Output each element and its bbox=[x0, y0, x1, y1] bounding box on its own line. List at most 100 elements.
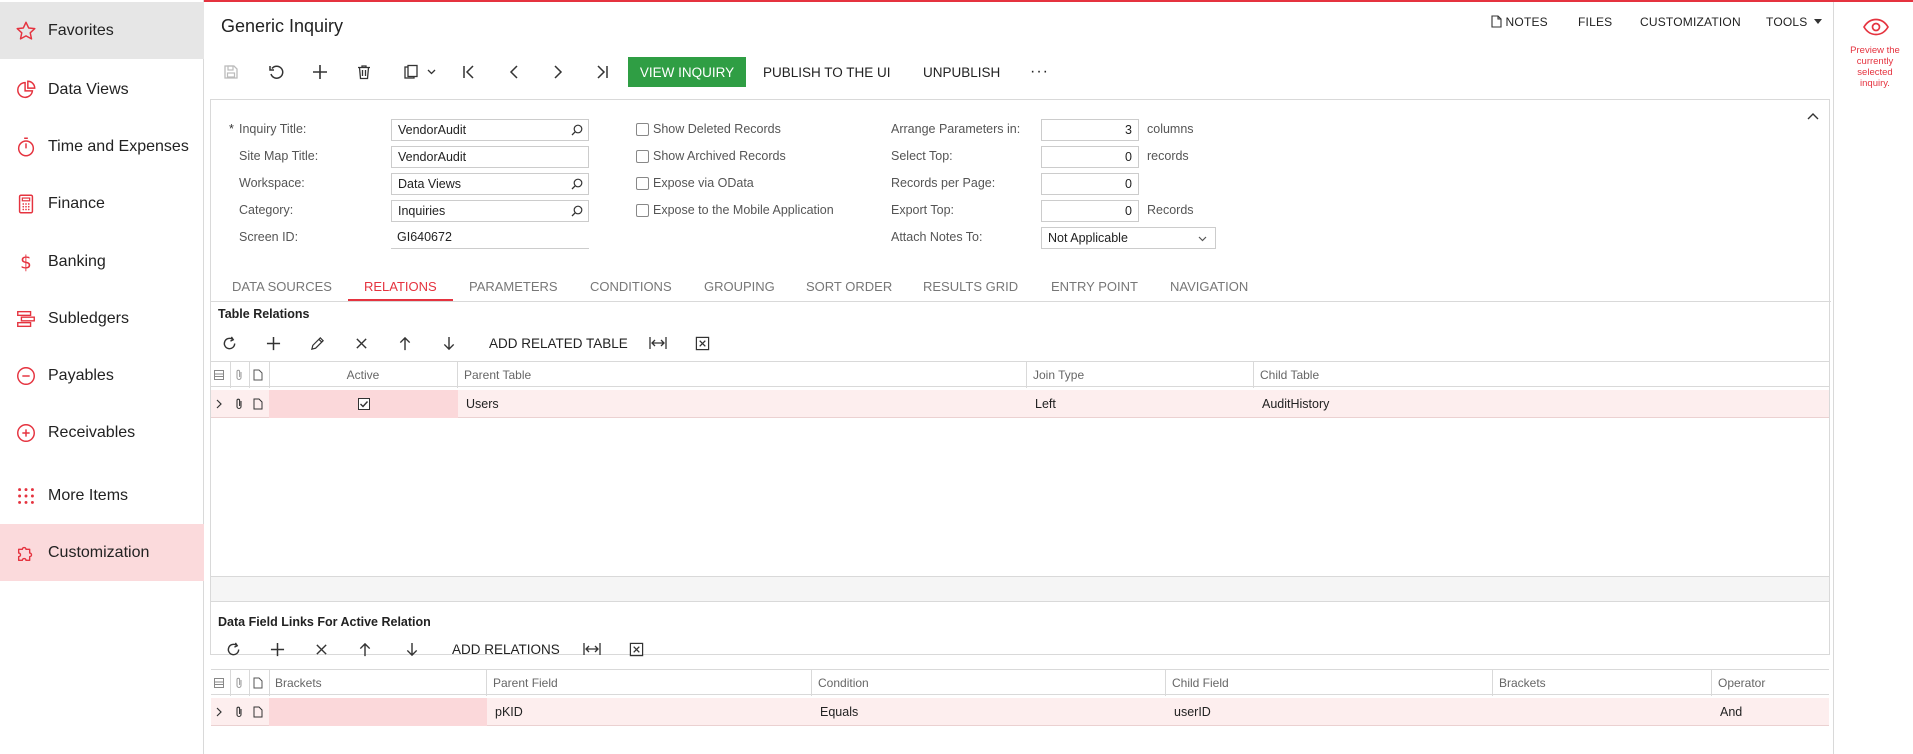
sidebar-item-customization[interactable]: Customization bbox=[0, 524, 204, 581]
tab-results-grid[interactable]: RESULTS GRID bbox=[923, 279, 1018, 294]
add-row-button[interactable] bbox=[257, 328, 289, 358]
tab-grouping[interactable]: GROUPING bbox=[704, 279, 775, 294]
search-icon[interactable] bbox=[571, 178, 583, 190]
parent-field-cell[interactable]: pKID bbox=[487, 698, 812, 726]
search-icon[interactable] bbox=[571, 205, 583, 217]
refresh-button[interactable] bbox=[213, 328, 245, 358]
move-up-button[interactable] bbox=[389, 328, 421, 358]
col-parent-field[interactable]: Parent Field bbox=[487, 670, 812, 696]
show-deleted-checkbox[interactable] bbox=[636, 123, 649, 136]
export-links-excel-button[interactable] bbox=[620, 634, 652, 664]
table-row[interactable]: pKID Equals userID And bbox=[211, 698, 1829, 726]
operator-cell[interactable]: And bbox=[1712, 698, 1829, 726]
category-field[interactable]: Inquiries bbox=[391, 200, 589, 222]
add-relations-button[interactable]: ADD RELATIONS bbox=[452, 634, 560, 664]
previous-record-button[interactable] bbox=[498, 57, 530, 87]
first-record-button[interactable] bbox=[453, 57, 485, 87]
splitter-bar[interactable] bbox=[211, 577, 1829, 602]
col-child-field[interactable]: Child Field bbox=[1166, 670, 1493, 696]
tab-conditions[interactable]: CONDITIONS bbox=[590, 279, 672, 294]
expose-mobile-checkbox[interactable] bbox=[636, 204, 649, 217]
active-cell[interactable] bbox=[269, 390, 458, 418]
tab-parameters[interactable]: PARAMETERS bbox=[469, 279, 558, 294]
fit-link-columns-button[interactable] bbox=[576, 634, 608, 664]
last-record-button[interactable] bbox=[586, 57, 618, 87]
col-active[interactable]: Active bbox=[269, 362, 458, 388]
show-archived-checkbox[interactable] bbox=[636, 150, 649, 163]
expose-odata-checkbox[interactable] bbox=[636, 177, 649, 190]
tab-relations[interactable]: RELATIONS bbox=[364, 279, 437, 294]
sidebar-item-payables[interactable]: Payables bbox=[0, 347, 204, 404]
move-link-down-button[interactable] bbox=[396, 634, 428, 664]
col-brackets-2[interactable]: Brackets bbox=[1493, 670, 1712, 696]
parent-table-cell[interactable]: Users bbox=[458, 390, 1027, 418]
add-related-table-button[interactable]: ADD RELATED TABLE bbox=[489, 328, 628, 358]
notes-link[interactable]: NOTES bbox=[1491, 15, 1548, 29]
delete-row-button[interactable] bbox=[345, 328, 377, 358]
tab-data-sources[interactable]: DATA SOURCES bbox=[232, 279, 332, 294]
condition-cell[interactable]: Equals bbox=[812, 698, 1166, 726]
eye-icon[interactable] bbox=[1863, 18, 1889, 39]
select-top-field[interactable]: 0 bbox=[1041, 146, 1139, 168]
child-table-cell[interactable]: AuditHistory bbox=[1254, 390, 1829, 418]
tab-entry-point[interactable]: ENTRY POINT bbox=[1051, 279, 1138, 294]
select-all-icon[interactable] bbox=[211, 363, 227, 387]
note-icon[interactable] bbox=[250, 700, 266, 724]
export-top-field[interactable]: 0 bbox=[1041, 200, 1139, 222]
col-child-table[interactable]: Child Table bbox=[1254, 362, 1829, 388]
copy-paste-button[interactable] bbox=[396, 57, 442, 87]
col-condition[interactable]: Condition bbox=[812, 670, 1166, 696]
sidebar-item-subledgers[interactable]: Subledgers bbox=[0, 290, 204, 347]
sidebar-item-receivables[interactable]: Receivables bbox=[0, 404, 204, 461]
publish-to-ui-button[interactable]: PUBLISH TO THE UI bbox=[763, 57, 891, 87]
inquiry-title-field[interactable]: VendorAudit bbox=[391, 119, 589, 141]
sidebar-item-banking[interactable]: $ Banking bbox=[0, 233, 204, 290]
col-brackets[interactable]: Brackets bbox=[269, 670, 487, 696]
sidebar-item-favorites[interactable]: Favorites bbox=[0, 2, 204, 59]
delete-button[interactable] bbox=[348, 57, 380, 87]
customization-menu[interactable]: CUSTOMIZATION bbox=[1640, 15, 1741, 29]
expand-row-icon[interactable] bbox=[211, 392, 227, 416]
cancel-button[interactable] bbox=[260, 57, 292, 87]
delete-link-button[interactable] bbox=[305, 634, 337, 664]
child-field-cell[interactable]: userID bbox=[1166, 698, 1493, 726]
table-row[interactable]: Users Left AuditHistory bbox=[211, 390, 1829, 418]
note-icon[interactable] bbox=[250, 392, 266, 416]
tools-menu[interactable]: TOOLS bbox=[1766, 15, 1823, 29]
view-inquiry-button[interactable]: VIEW INQUIRY bbox=[628, 57, 746, 87]
workspace-field[interactable]: Data Views bbox=[391, 173, 589, 195]
refresh-links-button[interactable] bbox=[217, 634, 249, 664]
brackets-2-cell[interactable] bbox=[1493, 698, 1712, 726]
add-link-button[interactable] bbox=[261, 634, 293, 664]
expand-row-icon[interactable] bbox=[211, 700, 227, 724]
export-excel-button[interactable] bbox=[686, 328, 718, 358]
site-map-title-field[interactable]: VendorAudit bbox=[391, 146, 589, 168]
col-parent-table[interactable]: Parent Table bbox=[458, 362, 1027, 388]
move-down-button[interactable] bbox=[433, 328, 465, 358]
col-join-type[interactable]: Join Type bbox=[1027, 362, 1254, 388]
search-icon[interactable] bbox=[571, 124, 583, 136]
col-operator[interactable]: Operator bbox=[1712, 670, 1829, 696]
checkbox-checked-icon[interactable] bbox=[357, 398, 370, 410]
edit-button[interactable] bbox=[301, 328, 333, 358]
tab-sort-order[interactable]: SORT ORDER bbox=[806, 279, 892, 294]
fit-columns-button[interactable] bbox=[642, 328, 674, 358]
attach-notes-select[interactable]: Not Applicable bbox=[1041, 227, 1216, 249]
sidebar-item-time-and-expenses[interactable]: Time and Expenses bbox=[0, 118, 204, 175]
move-link-up-button[interactable] bbox=[349, 634, 381, 664]
join-type-cell[interactable]: Left bbox=[1027, 390, 1254, 418]
brackets-cell[interactable] bbox=[269, 698, 487, 726]
next-record-button[interactable] bbox=[542, 57, 574, 87]
unpublish-button[interactable]: UNPUBLISH bbox=[923, 57, 1000, 87]
select-all-icon[interactable] bbox=[211, 671, 227, 695]
sidebar-item-data-views[interactable]: Data Views bbox=[0, 61, 204, 118]
more-actions-button[interactable]: ··· bbox=[1030, 57, 1049, 87]
collapse-chevron-icon[interactable] bbox=[1807, 108, 1819, 123]
records-per-page-field[interactable]: 0 bbox=[1041, 173, 1139, 195]
tab-navigation[interactable]: NAVIGATION bbox=[1170, 279, 1248, 294]
attachment-icon[interactable] bbox=[231, 700, 247, 724]
sidebar-item-more-items[interactable]: More Items bbox=[0, 467, 204, 524]
arrange-parameters-field[interactable]: 3 bbox=[1041, 119, 1139, 141]
sidebar-item-finance[interactable]: Finance bbox=[0, 175, 204, 232]
files-link[interactable]: FILES bbox=[1578, 15, 1612, 29]
